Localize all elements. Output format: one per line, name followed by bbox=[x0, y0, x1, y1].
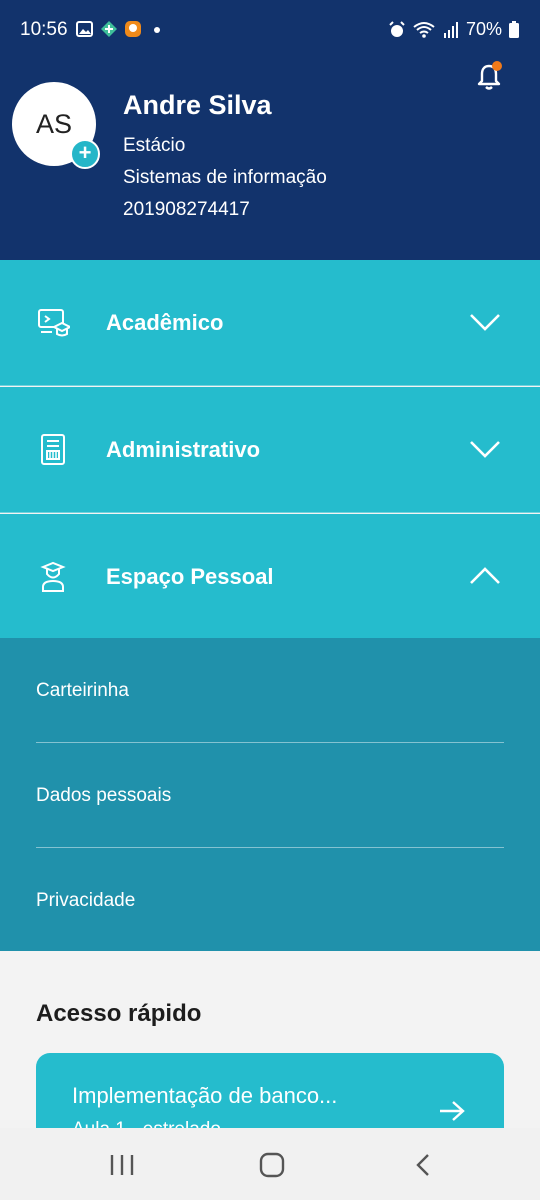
menu-label-espaco-pessoal: Espaço Pessoal bbox=[106, 564, 274, 589]
student-person-icon bbox=[40, 561, 66, 592]
menu-label-academico: Acadêmico bbox=[106, 310, 224, 335]
orange-app-icon bbox=[125, 21, 141, 37]
status-left-icons bbox=[76, 20, 166, 38]
home-icon[interactable] bbox=[258, 1152, 286, 1178]
menu-label-administrativo: Administrativo bbox=[106, 437, 261, 462]
quick-card-title: Implementação de banco... bbox=[72, 1083, 338, 1108]
submenu-item-carteirinha[interactable]: Carteirinha bbox=[36, 638, 504, 743]
wifi-icon bbox=[413, 21, 435, 38]
status-right: 70% bbox=[388, 19, 520, 40]
dot-icon bbox=[154, 27, 160, 33]
menu-item-espaco-pessoal[interactable]: Espaço Pessoal bbox=[0, 514, 540, 640]
profile-course: Sistemas de informação bbox=[123, 167, 327, 188]
status-time: 10:56 bbox=[20, 19, 68, 40]
document-icon bbox=[41, 434, 65, 465]
system-navigation-bar bbox=[0, 1128, 540, 1200]
submenu-label: Carteirinha bbox=[36, 680, 129, 701]
recent-apps-icon[interactable] bbox=[108, 1152, 136, 1178]
submenu-label: Privacidade bbox=[36, 890, 136, 911]
submenu-espaco-pessoal: Carteirinha Dados pessoais Privacidade bbox=[0, 638, 540, 951]
signal-icon bbox=[443, 21, 458, 38]
academic-monitor-icon bbox=[38, 309, 70, 337]
profile-institution: Estácio bbox=[123, 135, 186, 156]
status-bar: 10:56 70% bbox=[0, 0, 540, 60]
back-icon[interactable] bbox=[410, 1152, 438, 1178]
battery-icon bbox=[509, 20, 519, 38]
app-icon bbox=[101, 21, 117, 37]
quick-access-title: Acesso rápido bbox=[36, 1000, 202, 1027]
submenu-item-privacidade[interactable]: Privacidade bbox=[36, 848, 504, 953]
submenu-item-dados-pessoais[interactable]: Dados pessoais bbox=[36, 743, 504, 848]
profile-name: Andre Silva bbox=[123, 90, 272, 120]
gallery-icon bbox=[76, 21, 93, 37]
add-photo-button[interactable]: + bbox=[70, 139, 100, 169]
menu-item-academico[interactable]: Acadêmico bbox=[0, 260, 540, 386]
notification-bell-icon[interactable] bbox=[474, 60, 506, 92]
profile-header: AS + Andre Silva Estácio Sistemas de inf… bbox=[0, 60, 540, 260]
alarm-icon bbox=[389, 20, 405, 37]
battery-percentage: 70% bbox=[465, 19, 502, 39]
arrow-right-icon bbox=[440, 1101, 465, 1121]
chevron-down-icon bbox=[470, 441, 500, 458]
chevron-down-icon bbox=[470, 314, 500, 331]
menu-item-administrativo[interactable]: Administrativo bbox=[0, 387, 540, 513]
submenu-label: Dados pessoais bbox=[36, 785, 172, 806]
chevron-up-icon bbox=[470, 567, 500, 584]
profile-registration: 201908274417 bbox=[123, 199, 250, 220]
